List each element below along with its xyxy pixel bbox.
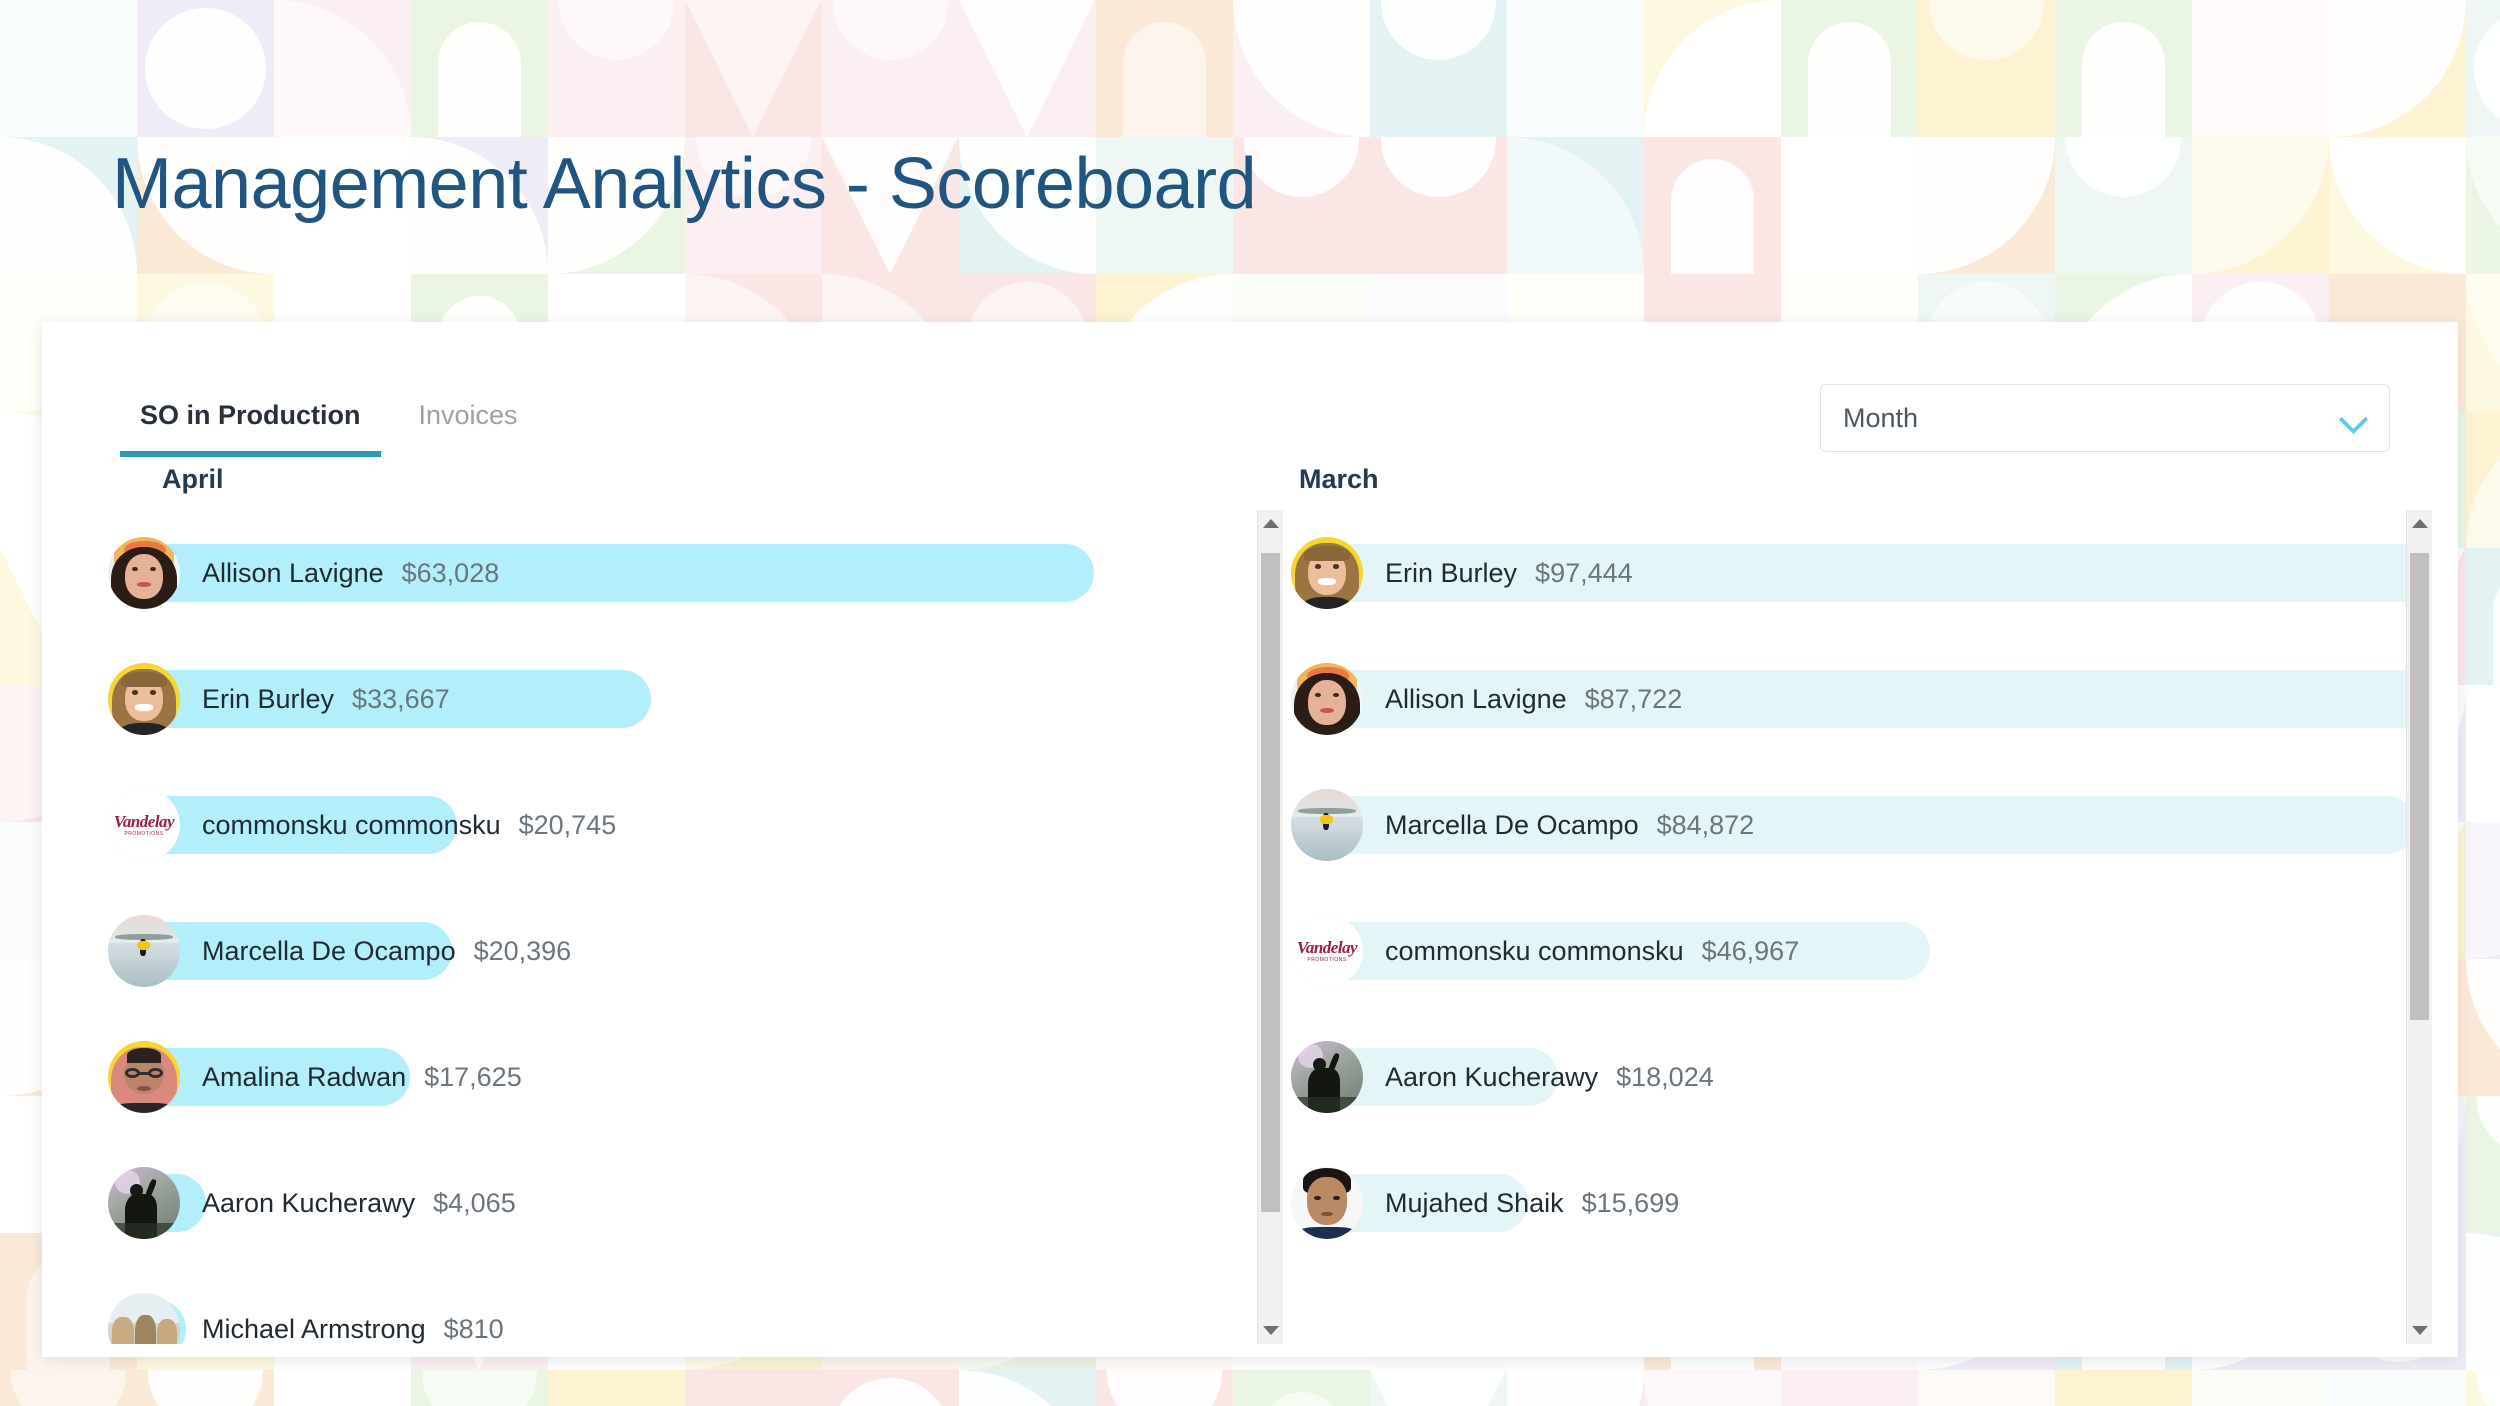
row-name: Allison Lavigne — [1385, 684, 1567, 715]
avatar — [108, 1041, 180, 1113]
scoreboard-row[interactable]: Aaron Kucherawy $18,024 — [1291, 1014, 2406, 1140]
row-name: Mujahed Shaik — [1385, 1188, 1564, 1219]
scoreboard-column-previous: March Erin Burley $97,444 Allison Lavigne $… — [1247, 464, 2432, 1344]
avatar — [1291, 663, 1363, 735]
scoreboard-row[interactable]: Erin Burley $97,444 — [1291, 510, 2406, 636]
avatar — [1291, 537, 1363, 609]
row-list-april: Allison Lavigne $63,028 Erin Burley $33,667… — [108, 510, 1257, 1344]
row-amount: $84,872 — [1657, 810, 1755, 841]
column-heading-march: March — [1299, 464, 2432, 495]
row-amount: $810 — [444, 1314, 504, 1345]
scoreboard-row[interactable]: Amalina Radwan $17,625 — [108, 1014, 1257, 1140]
row-labels: commonsku commonsku $46,967 — [1385, 936, 1799, 967]
avatar — [108, 663, 180, 735]
avatar: VandelayPROMOTIONS — [1291, 915, 1363, 987]
row-name: Amalina Radwan — [202, 1062, 406, 1093]
scoreboard-row[interactable]: VandelayPROMOTIONS commonsku commonsku $46… — [1291, 888, 2406, 1014]
row-name: Marcella De Ocampo — [1385, 810, 1639, 841]
avatar — [108, 1293, 180, 1344]
row-amount: $15,699 — [1582, 1188, 1680, 1219]
scoreboard-row[interactable]: Mujahed Shaik $15,699 — [1291, 1140, 2406, 1266]
row-amount: $20,396 — [474, 936, 572, 967]
row-labels: Allison Lavigne $63,028 — [202, 558, 499, 589]
row-labels: Marcella De Ocampo $20,396 — [202, 936, 571, 967]
avatar — [108, 537, 180, 609]
scrollbar-march[interactable] — [2406, 510, 2432, 1344]
tab-bar: SO in Production Invoices — [140, 400, 518, 457]
row-amount: $4,065 — [433, 1188, 516, 1219]
tab-invoices[interactable]: Invoices — [419, 400, 518, 457]
row-labels: Allison Lavigne $87,722 — [1385, 684, 1682, 715]
row-name: Michael Armstrong — [202, 1314, 426, 1345]
scoreboard-row[interactable]: Allison Lavigne $87,722 — [1291, 636, 2406, 762]
avatar — [1291, 789, 1363, 861]
avatar — [1291, 1167, 1363, 1239]
row-labels: Marcella De Ocampo $84,872 — [1385, 810, 1754, 841]
row-labels: Mujahed Shaik $15,699 — [1385, 1188, 1679, 1219]
column-heading-april: April — [162, 464, 1283, 495]
row-amount: $20,745 — [519, 810, 617, 841]
period-select-value: Month — [1843, 403, 2341, 434]
scoreboard-row[interactable]: Allison Lavigne $63,028 — [108, 510, 1257, 636]
row-labels: Amalina Radwan $17,625 — [202, 1062, 522, 1093]
scoreboard-row[interactable]: Aaron Kucherawy $4,065 — [108, 1140, 1257, 1266]
scoreboard-row[interactable]: Erin Burley $33,667 — [108, 636, 1257, 762]
row-amount: $33,667 — [352, 684, 450, 715]
row-name: Allison Lavigne — [202, 558, 384, 589]
period-select[interactable]: Month — [1820, 384, 2390, 452]
scroll-down-arrow-icon[interactable] — [2412, 1326, 2428, 1335]
tab-so-in-production[interactable]: SO in Production — [140, 400, 361, 457]
scoreboard-row[interactable]: Marcella De Ocampo $20,396 — [108, 888, 1257, 1014]
row-amount: $63,028 — [402, 558, 500, 589]
row-name: Erin Burley — [202, 684, 334, 715]
chevron-down-icon — [2341, 405, 2367, 431]
scoreboard-column-current: April Allison Lavigne $63,028 Erin Burley $… — [108, 464, 1283, 1344]
row-labels: Erin Burley $97,444 — [1385, 558, 1633, 589]
row-name: Erin Burley — [1385, 558, 1517, 589]
row-labels: commonsku commonsku $20,745 — [202, 810, 616, 841]
row-labels: Erin Burley $33,667 — [202, 684, 450, 715]
avatar — [1291, 1041, 1363, 1113]
row-name: commonsku commonsku — [202, 810, 501, 841]
row-amount: $97,444 — [1535, 558, 1633, 589]
row-amount: $87,722 — [1585, 684, 1683, 715]
avatar — [108, 1167, 180, 1239]
scoreboard-row[interactable]: Marcella De Ocampo $84,872 — [1291, 762, 2406, 888]
row-labels: Aaron Kucherawy $18,024 — [1385, 1062, 1714, 1093]
row-amount: $17,625 — [424, 1062, 522, 1093]
row-amount: $18,024 — [1616, 1062, 1714, 1093]
avatar: VandelayPROMOTIONS — [108, 789, 180, 861]
row-name: Marcella De Ocampo — [202, 936, 456, 967]
row-name: commonsku commonsku — [1385, 936, 1684, 967]
row-labels: Michael Armstrong $810 — [202, 1314, 504, 1345]
scrollbar-thumb[interactable] — [2410, 553, 2429, 1020]
scoreboard-card: SO in Production Invoices Month April Al… — [42, 322, 2458, 1357]
row-name: Aaron Kucherawy — [202, 1188, 415, 1219]
avatar — [108, 915, 180, 987]
row-labels: Aaron Kucherawy $4,065 — [202, 1188, 516, 1219]
scoreboard-row[interactable]: VandelayPROMOTIONS commonsku commonsku $20… — [108, 762, 1257, 888]
row-name: Aaron Kucherawy — [1385, 1062, 1598, 1093]
row-amount: $46,967 — [1702, 936, 1800, 967]
scoreboard-row[interactable]: Michael Armstrong $810 — [108, 1266, 1257, 1344]
scroll-up-arrow-icon[interactable] — [2412, 519, 2428, 528]
page-title: Management Analytics - Scoreboard — [112, 148, 1256, 220]
row-list-march: Erin Burley $97,444 Allison Lavigne $87,722… — [1247, 510, 2406, 1344]
